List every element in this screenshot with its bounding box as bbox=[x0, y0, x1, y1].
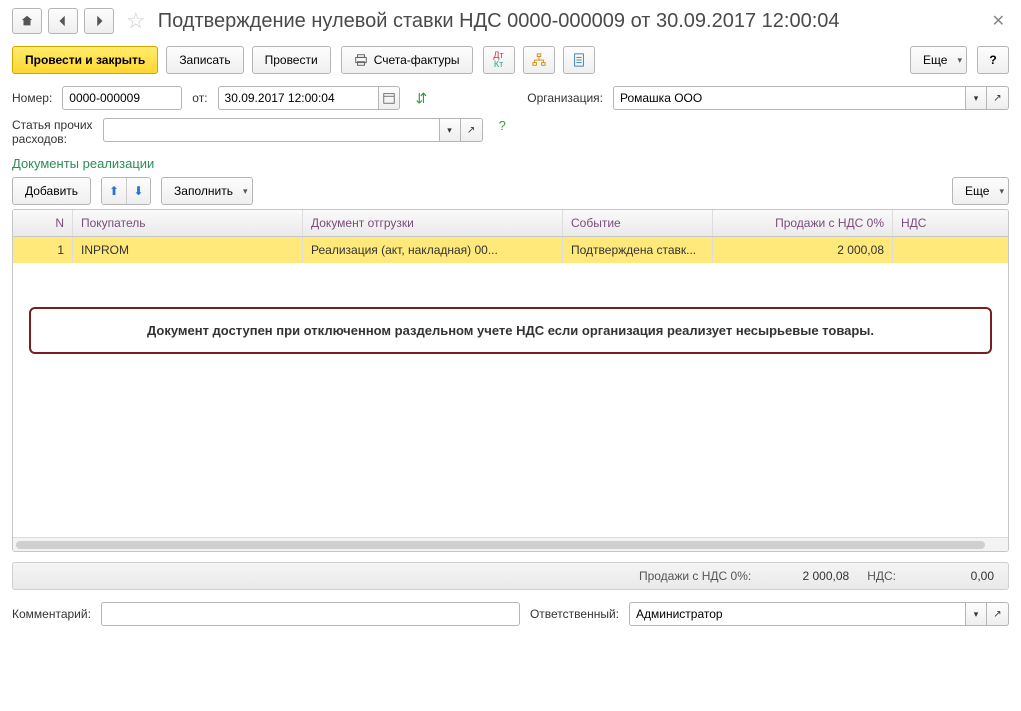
arrow-right-icon bbox=[92, 14, 106, 28]
arrow-left-icon bbox=[56, 14, 70, 28]
back-button[interactable] bbox=[48, 8, 78, 34]
tree-icon bbox=[532, 53, 546, 67]
horizontal-scrollbar[interactable] bbox=[13, 537, 1008, 551]
responsible-input[interactable] bbox=[629, 602, 965, 626]
chevron-down-icon: ▾ bbox=[974, 93, 979, 104]
cell-vat bbox=[893, 237, 1008, 263]
grid-header: N Покупатель Документ отгрузки Событие П… bbox=[13, 210, 1008, 237]
home-button[interactable] bbox=[12, 8, 42, 34]
calendar-icon bbox=[382, 91, 396, 105]
arrow-up-icon: ⬆ bbox=[109, 184, 119, 198]
favorite-icon[interactable]: ☆ bbox=[126, 8, 146, 34]
post-button[interactable]: Провести bbox=[252, 46, 331, 74]
org-input-group: ▾ ↗ bbox=[613, 86, 1009, 110]
help-button[interactable]: ? bbox=[977, 46, 1009, 74]
table-more-button[interactable]: Еще▾ bbox=[952, 177, 1009, 205]
expense-dropdown-button[interactable]: ▾ bbox=[439, 118, 461, 142]
col-vat[interactable]: НДС bbox=[893, 210, 1008, 236]
totals-vat-label: НДС: bbox=[867, 569, 896, 583]
more-button[interactable]: Еще▾ bbox=[910, 46, 967, 74]
post-and-close-button[interactable]: Провести и закрыть bbox=[12, 46, 158, 74]
fill-button[interactable]: Заполнить▾ bbox=[161, 177, 252, 205]
date-input[interactable] bbox=[218, 86, 378, 110]
close-button[interactable]: ✕ bbox=[988, 9, 1009, 33]
expense-input-group: ▾ ↗ bbox=[103, 118, 483, 142]
col-event[interactable]: Событие bbox=[563, 210, 713, 236]
responsible-dropdown-button[interactable]: ▾ bbox=[965, 602, 987, 626]
cell-n: 1 bbox=[13, 237, 73, 263]
expense-open-button[interactable]: ↗ bbox=[461, 118, 483, 142]
totals-sales-value: 2 000,08 bbox=[769, 569, 849, 583]
expense-help-button[interactable]: ? bbox=[499, 118, 506, 133]
totals-vat-value: 0,00 bbox=[914, 569, 994, 583]
org-label: Организация: bbox=[527, 91, 603, 105]
document-icon bbox=[572, 53, 586, 67]
section-title: Документы реализации bbox=[12, 156, 1009, 171]
col-n[interactable]: N bbox=[13, 210, 73, 236]
table-row[interactable]: 1 INPROM Реализация (акт, накладная) 00.… bbox=[13, 237, 1008, 263]
responsible-label: Ответственный: bbox=[530, 607, 619, 621]
cell-event: Подтверждена ставк... bbox=[563, 237, 713, 263]
question-icon: ? bbox=[989, 53, 996, 67]
expense-label: Статья прочих расходов: bbox=[12, 118, 93, 146]
info-callout: Документ доступен при отключенном раздел… bbox=[29, 307, 992, 354]
number-label: Номер: bbox=[12, 91, 52, 105]
cell-doc: Реализация (акт, накладная) 00... bbox=[303, 237, 563, 263]
number-input[interactable] bbox=[62, 86, 182, 110]
org-input[interactable] bbox=[613, 86, 965, 110]
open-icon: ↗ bbox=[993, 609, 1001, 620]
responsible-input-group: ▾ ↗ bbox=[629, 602, 1009, 626]
col-doc[interactable]: Документ отгрузки bbox=[303, 210, 563, 236]
from-label: от: bbox=[192, 91, 207, 105]
arrow-down-icon: ⬇ bbox=[134, 184, 144, 198]
chevron-down-icon: ▾ bbox=[447, 125, 452, 136]
totals-sales-label: Продажи с НДС 0%: bbox=[639, 569, 751, 583]
org-dropdown-button[interactable]: ▾ bbox=[965, 86, 987, 110]
totals-bar: Продажи с НДС 0%: 2 000,08 НДС: 0,00 bbox=[12, 562, 1009, 590]
chevron-down-icon: ▾ bbox=[974, 609, 979, 620]
structure-button[interactable] bbox=[523, 46, 555, 74]
comment-input[interactable] bbox=[101, 602, 520, 626]
col-buyer[interactable]: Покупатель bbox=[73, 210, 303, 236]
page-title: Подтверждение нулевой ставки НДС 0000-00… bbox=[158, 10, 982, 33]
date-input-group bbox=[218, 86, 400, 110]
home-icon bbox=[20, 14, 34, 28]
realization-grid: N Покупатель Документ отгрузки Событие П… bbox=[12, 209, 1009, 552]
open-icon: ↗ bbox=[993, 93, 1001, 104]
responsible-open-button[interactable]: ↗ bbox=[987, 602, 1009, 626]
chevron-down-icon: ▾ bbox=[243, 186, 248, 197]
invoices-button[interactable]: Счета-фактуры bbox=[341, 46, 473, 74]
add-row-button[interactable]: Добавить bbox=[12, 177, 91, 205]
comment-label: Комментарий: bbox=[12, 607, 91, 621]
org-open-button[interactable]: ↗ bbox=[987, 86, 1009, 110]
report-button[interactable] bbox=[563, 46, 595, 74]
dt-kt-icon: ДтКт bbox=[493, 51, 503, 69]
expense-input[interactable] bbox=[103, 118, 439, 142]
calendar-button[interactable] bbox=[378, 86, 400, 110]
dt-kt-button[interactable]: ДтКт bbox=[483, 46, 515, 74]
open-icon: ↗ bbox=[467, 125, 475, 136]
cell-buyer: INPROM bbox=[73, 237, 303, 263]
move-down-button[interactable]: ⬇ bbox=[126, 178, 150, 204]
chevron-down-icon: ▾ bbox=[957, 55, 962, 66]
scroll-thumb[interactable] bbox=[16, 541, 985, 549]
move-buttons: ⬆ ⬇ bbox=[101, 177, 151, 205]
grid-body[interactable]: 1 INPROM Реализация (акт, накладная) 00.… bbox=[13, 237, 1008, 537]
col-sales[interactable]: Продажи с НДС 0% bbox=[713, 210, 893, 236]
chevron-down-icon: ▾ bbox=[999, 186, 1004, 197]
printer-icon bbox=[354, 53, 368, 67]
record-button[interactable]: Записать bbox=[166, 46, 243, 74]
forward-button[interactable] bbox=[84, 8, 114, 34]
cell-sales: 2 000,08 bbox=[713, 237, 893, 263]
move-up-button[interactable]: ⬆ bbox=[102, 178, 126, 204]
posted-icon: ⇵ bbox=[416, 90, 428, 107]
